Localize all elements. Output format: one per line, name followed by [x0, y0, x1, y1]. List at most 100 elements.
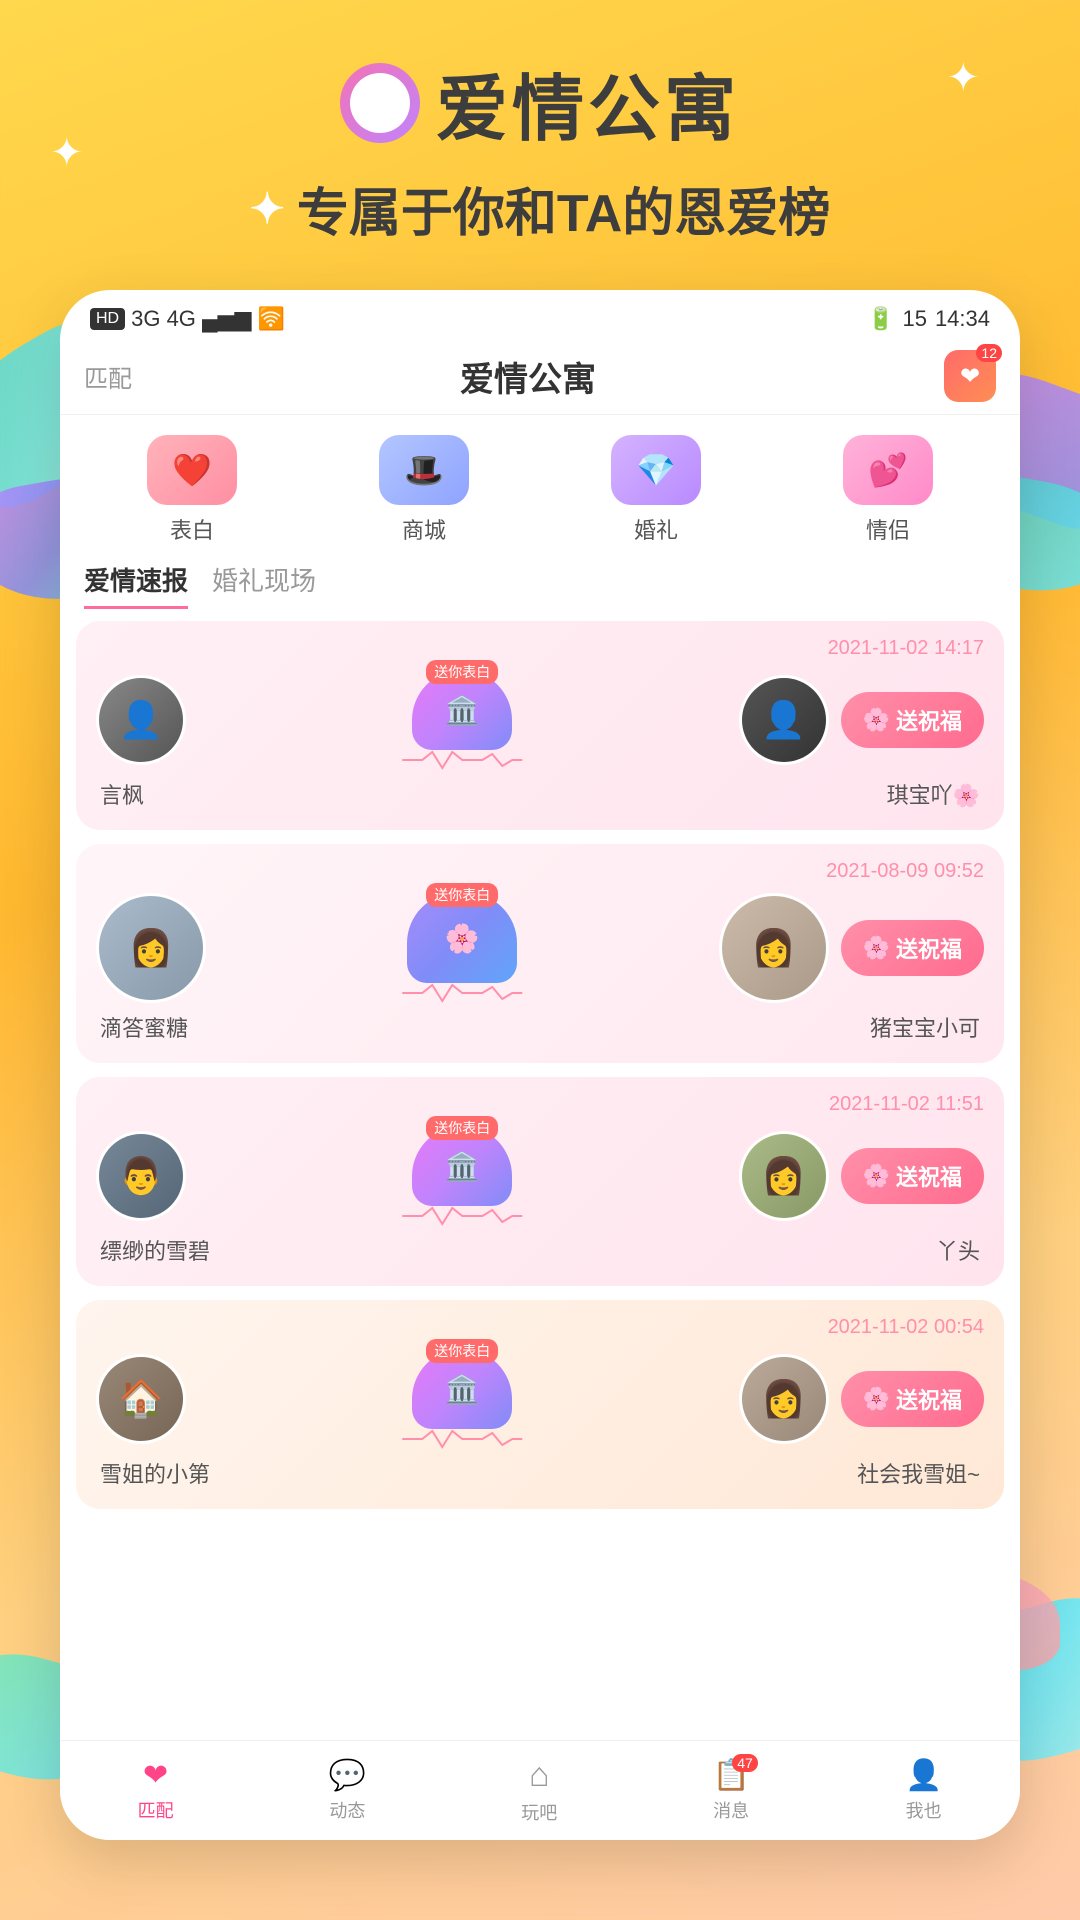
card-3-wedding-center: 送你表白 🏛️	[198, 1126, 727, 1226]
profile-label: 我也	[906, 1797, 942, 1823]
card-1-name1: 言枫	[100, 778, 144, 810]
card-1-arch: 送你表白 🏛️	[412, 670, 512, 750]
nav-badge: 12	[976, 344, 1002, 362]
card-4-blessing-btn[interactable]: 🌸 送祝福	[841, 1371, 984, 1427]
wedding-label: 婚礼	[634, 513, 678, 545]
heartbeat-1	[198, 750, 727, 770]
nav-bar: 匹配 爱情公寓 ❤ 12	[60, 340, 1020, 415]
heartbeat-2	[218, 983, 707, 1003]
message-label: 消息	[713, 1797, 749, 1823]
status-bar-left: HD 3G 4G ▄▅▆ 🛜	[90, 306, 285, 332]
card-4-avatar1: 🏠	[96, 1354, 186, 1444]
card-3-arch: 送你表白 🏛️	[412, 1126, 512, 1206]
phone-frame: HD 3G 4G ▄▅▆ 🛜 🔋 15 14:34 匹配 爱情公寓 ❤ 12 ❤…	[60, 290, 1020, 1840]
dynamic-label: 动态	[329, 1797, 365, 1823]
heartbeat-3	[198, 1206, 727, 1226]
card-4-arch: 送你表白 🏛️	[412, 1349, 512, 1429]
message-badge: 47	[732, 1754, 758, 1772]
nav-heart-icon[interactable]: ❤ 12	[944, 350, 996, 402]
play-icon: ⌂	[529, 1756, 550, 1795]
card-2-date: 2021-08-09 09:52	[96, 860, 984, 883]
card-2-name2: 猪宝宝小可	[870, 1011, 980, 1043]
action-couple[interactable]: 💕 情侣	[843, 435, 933, 545]
card-1-wedding-center: 送你表白 🏛️	[198, 670, 727, 770]
dynamic-icon: 💬	[329, 1758, 366, 1793]
tab-wedding[interactable]: 婚礼现场	[212, 561, 316, 609]
home-icon: ❤	[143, 1758, 168, 1793]
card-1-date: 2021-11-02 14:17	[96, 637, 984, 660]
action-confess[interactable]: ❤️ 表白	[147, 435, 237, 545]
app-subtitle: ✦ 专属于你和TA的恩爱榜	[250, 171, 831, 246]
home-label: 匹配	[138, 1797, 174, 1823]
couple-card-4: 2021-11-02 00:54 🏠 送你表白 🏛️ 👩 🌸 送祝福	[76, 1300, 1004, 1509]
card-1-name2: 琪宝吖🌸	[887, 778, 980, 810]
tab-news[interactable]: 爱情速报	[84, 561, 188, 609]
card-1-names: 言枫 琪宝吖🌸	[96, 778, 984, 810]
arch-badge: 送你表白	[426, 660, 498, 684]
arch-badge-4: 送你表白	[426, 1339, 498, 1363]
app-title: 爱情公寓	[436, 50, 740, 155]
couple-feed: 2021-11-02 14:17 👤 送你表白 🏛️ 👤 🌸 送祝福	[60, 609, 1020, 1740]
couple-label: 情侣	[866, 513, 910, 545]
profile-icon: 👤	[905, 1758, 942, 1793]
subtitle-sparkle-icon: ✦	[250, 184, 285, 233]
card-3-avatar1: 👨	[96, 1131, 186, 1221]
action-wedding[interactable]: 💎 婚礼	[611, 435, 701, 545]
time: 14:34	[935, 306, 990, 332]
card-2-name1: 滴答蜜糖	[100, 1011, 188, 1043]
flower-icon-3: 🌸	[863, 1163, 890, 1189]
wedding-icon: 💎	[611, 435, 701, 505]
card-1-blessing-btn[interactable]: 🌸 送祝福	[841, 692, 984, 748]
flower-icon: 🌸	[863, 707, 890, 733]
card-3-content: 👨 送你表白 🏛️ 👩 🌸 送祝福	[96, 1126, 984, 1226]
couple-icon: 💕	[843, 435, 933, 505]
app-title-row: 爱情公寓	[340, 50, 740, 155]
nav-item-dynamic[interactable]: 💬 动态	[329, 1758, 366, 1823]
card-2-arch: 送你表白 🌸	[407, 893, 517, 983]
card-2-avatar1: 👩	[96, 893, 206, 1003]
card-3-name1: 缥缈的雪碧	[100, 1234, 210, 1266]
card-1-avatar2: 👤	[739, 675, 829, 765]
quick-actions: ❤️ 表白 🎩 商城 💎 婚礼 💕 情侣	[60, 415, 1020, 553]
flower-icon-4: 🌸	[863, 1386, 890, 1412]
card-1-avatar1: 👤	[96, 675, 186, 765]
nav-item-profile[interactable]: 👤 我也	[905, 1758, 942, 1823]
card-4-name1: 雪姐的小第	[100, 1457, 210, 1489]
shop-label: 商城	[402, 513, 446, 545]
ring-icon	[340, 63, 420, 143]
nav-title: 爱情公寓	[152, 352, 904, 401]
card-1-content: 👤 送你表白 🏛️ 👤 🌸 送祝福	[96, 670, 984, 770]
card-4-date: 2021-11-02 00:54	[96, 1316, 984, 1339]
signal-icons: 3G 4G ▄▅▆ 🛜	[131, 306, 285, 332]
battery-icon: 🔋	[867, 306, 894, 332]
card-4-content: 🏠 送你表白 🏛️ 👩 🌸 送祝福	[96, 1349, 984, 1449]
hd-badge: HD	[90, 308, 125, 330]
couple-card-1: 2021-11-02 14:17 👤 送你表白 🏛️ 👤 🌸 送祝福	[76, 621, 1004, 830]
heartbeat-4	[198, 1429, 727, 1449]
card-3-names: 缥缈的雪碧 丫头	[96, 1234, 984, 1266]
couple-card-2: 2021-08-09 09:52 👩 送你表白 🌸 👩 🌸 送祝福	[76, 844, 1004, 1063]
nav-item-play[interactable]: ⌂ 玩吧	[521, 1756, 557, 1825]
arch-badge-2: 送你表白	[426, 883, 498, 907]
card-4-name2: 社会我雪姐~	[857, 1457, 980, 1489]
nav-item-message[interactable]: 📋 47 消息	[712, 1758, 749, 1823]
card-2-names: 滴答蜜糖 猪宝宝小可	[96, 1011, 984, 1043]
action-shop[interactable]: 🎩 商城	[379, 435, 469, 545]
card-3-date: 2021-11-02 11:51	[96, 1093, 984, 1116]
nav-item-home[interactable]: ❤ 匹配	[138, 1758, 174, 1823]
card-3-blessing-btn[interactable]: 🌸 送祝福	[841, 1148, 984, 1204]
tab-bar: 爱情速报 婚礼现场	[60, 553, 1020, 609]
status-bar-right: 🔋 15 14:34	[867, 306, 990, 332]
card-2-blessing-btn[interactable]: 🌸 送祝福	[841, 920, 984, 976]
card-4-avatar2: 👩	[739, 1354, 829, 1444]
arch-badge-3: 送你表白	[426, 1116, 498, 1140]
confess-icon: ❤️	[147, 435, 237, 505]
card-2-wedding-center: 送你表白 🌸	[218, 893, 707, 1003]
nav-match-label: 匹配	[84, 359, 132, 394]
sparkle-icon-1: ✦	[946, 55, 980, 101]
card-4-wedding-center: 送你表白 🏛️	[198, 1349, 727, 1449]
sparkle-icon-2: ✦	[50, 130, 84, 176]
couple-card-3: 2021-11-02 11:51 👨 送你表白 🏛️ 👩 🌸 送祝福	[76, 1077, 1004, 1286]
card-3-avatar2: 👩	[739, 1131, 829, 1221]
status-bar: HD 3G 4G ▄▅▆ 🛜 🔋 15 14:34	[60, 290, 1020, 340]
